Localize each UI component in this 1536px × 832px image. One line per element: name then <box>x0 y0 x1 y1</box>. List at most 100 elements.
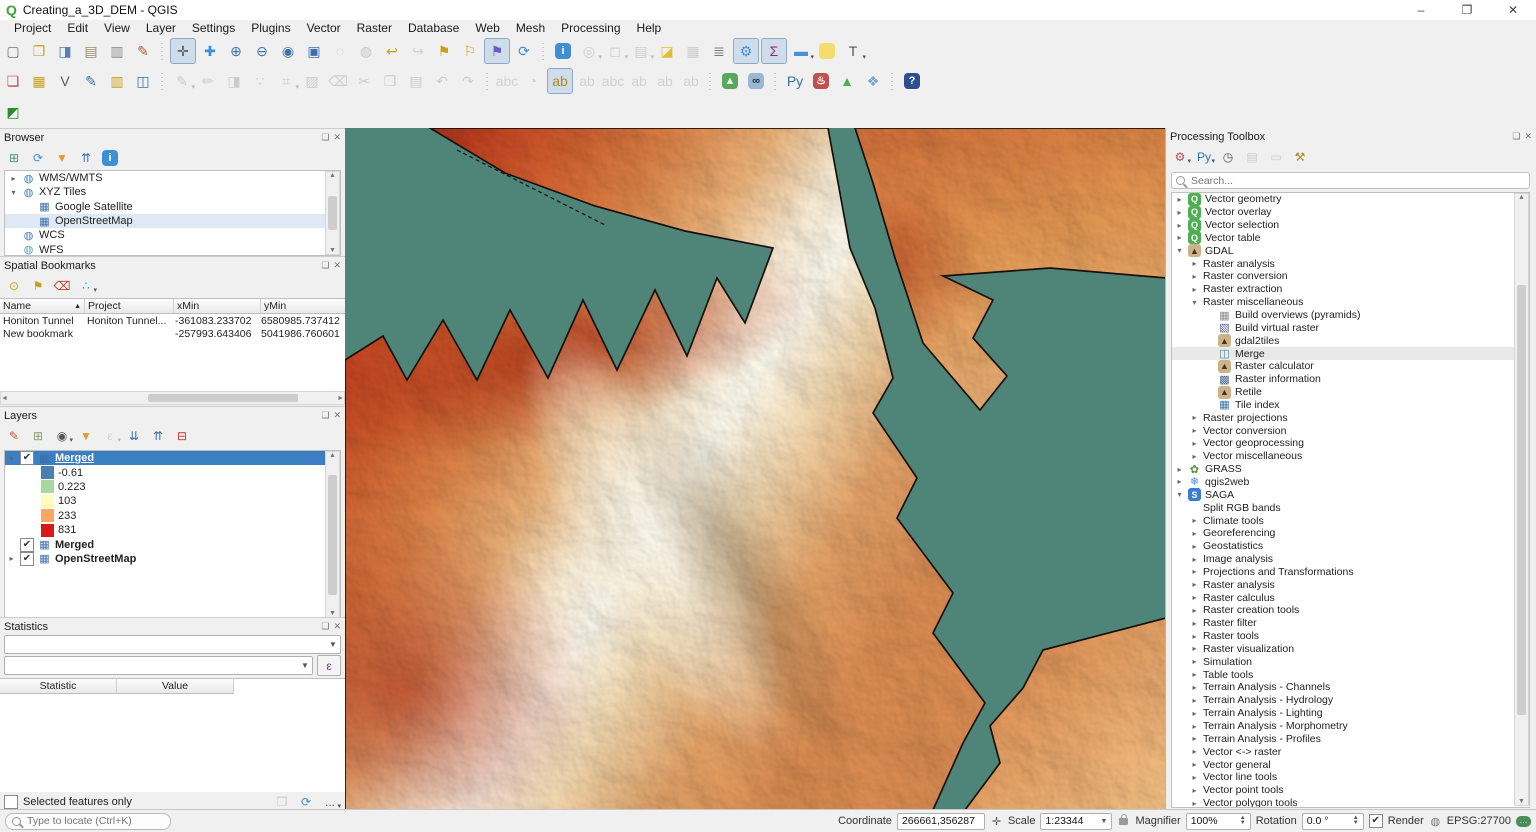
identify-features-button[interactable]: i <box>551 39 575 63</box>
expander-icon[interactable]: ▸ <box>1190 555 1199 564</box>
expander-icon[interactable]: ▸ <box>1190 606 1199 615</box>
expander-icon[interactable]: ▸ <box>1190 644 1199 653</box>
browser-item-google-satellite[interactable]: ▦Google Satellite <box>5 200 340 214</box>
statistics-layer-select[interactable]: ▼ <box>4 635 341 654</box>
dropdown-arrow-icon[interactable]: ▾ <box>862 53 866 61</box>
expander-icon[interactable]: ▸ <box>9 174 18 183</box>
layer-item-merged[interactable]: ▾✔▦Merged <box>5 451 340 465</box>
zoom-in-button[interactable]: ⊕ <box>224 39 248 63</box>
toolbox-search[interactable] <box>1171 172 1530 189</box>
expander-icon[interactable]: ▸ <box>1190 542 1199 551</box>
menu-project[interactable]: Project <box>6 21 59 35</box>
expression-builder-button[interactable]: ε <box>317 655 341 676</box>
expander-icon[interactable]: ▾ <box>1175 246 1184 255</box>
spinner-arrows-icon[interactable]: ▲▼ <box>1353 816 1359 826</box>
toolbox-item-vector-point-tools[interactable]: ▸Vector point tools <box>1172 784 1529 797</box>
expander-icon[interactable]: ▸ <box>1190 413 1199 422</box>
toolbox-item-vector-geoprocessing[interactable]: ▸Vector geoprocessing <box>1172 437 1529 450</box>
toolbox-item-image-analysis[interactable]: ▸Image analysis <box>1172 553 1529 566</box>
expander-icon[interactable]: ▸ <box>1190 426 1199 435</box>
map-tips-button[interactable] <box>815 39 839 63</box>
toolbox-item-gdal[interactable]: ▾▲GDAL <box>1172 244 1529 257</box>
toolbox-item-raster-visualization[interactable]: ▸Raster visualization <box>1172 643 1529 656</box>
toolbox-item-raster-conversion[interactable]: ▸Raster conversion <box>1172 270 1529 283</box>
expander-icon[interactable]: ▸ <box>1190 747 1199 756</box>
expander-icon[interactable]: ▸ <box>1190 683 1199 692</box>
locator-input[interactable] <box>25 814 164 828</box>
menu-edit[interactable]: Edit <box>59 21 96 35</box>
toolbox-item-split-rgb-bands[interactable]: Split RGB bands <box>1172 501 1529 514</box>
show-layout-manager-button[interactable]: ▥ <box>105 39 129 63</box>
menu-view[interactable]: View <box>96 21 138 35</box>
lock-icon[interactable] <box>1119 818 1128 825</box>
map-canvas[interactable] <box>345 128 1166 810</box>
plugin-binoculars-button[interactable]: ∞ <box>744 69 768 93</box>
float-panel-icon[interactable]: ❏ <box>321 260 329 271</box>
spinner-arrows-icon[interactable]: ▲▼ <box>1240 816 1246 826</box>
data-source-manager-button[interactable]: ❏ <box>1 69 25 93</box>
expander-icon[interactable]: ▸ <box>1190 259 1199 268</box>
toolbox-item-build-overviews-pyramids[interactable]: ▦Build overviews (pyramids) <box>1172 309 1529 322</box>
plugin-layers-button[interactable]: ❖ <box>861 69 885 93</box>
close-panel-icon[interactable]: ✕ <box>333 260 341 271</box>
layer-styling-button[interactable]: ✎ <box>4 426 24 446</box>
toolbox-item-table-tools[interactable]: ▸Table tools <box>1172 668 1529 681</box>
expander-icon[interactable]: ▸ <box>1190 734 1199 743</box>
expander-icon[interactable]: ▸ <box>1190 452 1199 461</box>
magnifier-field[interactable]: 100%▲▼ <box>1186 813 1251 830</box>
new-temporary-scratch-layer-button[interactable]: ▥ <box>105 69 129 93</box>
toolbox-search-input[interactable] <box>1189 174 1525 188</box>
browser-item-wms-wmts[interactable]: ▸◍WMS/WMTS <box>5 171 340 185</box>
toolbox-item-vector-miscellaneous[interactable]: ▸Vector miscellaneous <box>1172 450 1529 463</box>
layer-item-0-223[interactable]: 0.223 <box>5 480 340 494</box>
dropdown-arrow-icon[interactable]: ▾ <box>598 53 602 61</box>
expander-icon[interactable]: ▸ <box>1190 696 1199 705</box>
close-panel-icon[interactable]: ✕ <box>1524 131 1532 142</box>
toolbox-item-raster-analysis[interactable]: ▸Raster analysis <box>1172 578 1529 591</box>
menu-web[interactable]: Web <box>467 21 507 35</box>
browser-properties-button[interactable]: i <box>100 148 120 168</box>
menu-layer[interactable]: Layer <box>138 21 184 35</box>
statistic-column-header[interactable]: Statistic <box>0 679 117 694</box>
browser-collapse-all-button[interactable]: ⇈ <box>76 148 96 168</box>
restore-button[interactable]: ❐ <box>1444 0 1490 20</box>
bookmarks-hscrollbar[interactable]: ◄► <box>0 391 345 405</box>
toolbox-item-raster-filter[interactable]: ▸Raster filter <box>1172 617 1529 630</box>
selected-features-only-checkbox[interactable] <box>4 795 18 809</box>
menu-settings[interactable]: Settings <box>184 21 243 35</box>
style-manager-button[interactable]: ✎ <box>131 39 155 63</box>
spatial-bookmark-manager-button[interactable]: ⚑ <box>484 38 510 64</box>
layer-item-233[interactable]: 233 <box>5 509 340 523</box>
toolbox-item-raster-tools[interactable]: ▸Raster tools <box>1172 630 1529 643</box>
expander-icon[interactable]: ▸ <box>1190 786 1199 795</box>
expander-icon[interactable]: ▸ <box>1190 529 1199 538</box>
toolbox-item-raster-calculator[interactable]: ▲Raster calculator <box>1172 360 1529 373</box>
toolbox-item-gdal2tiles[interactable]: ▲gdal2tiles <box>1172 334 1529 347</box>
help-contents-button[interactable]: ? <box>900 69 924 93</box>
zoom-full-button[interactable]: ▣ <box>302 39 326 63</box>
browser-item-wfs[interactable]: ◍WFS <box>5 242 340 256</box>
python-console-button[interactable]: Py <box>783 69 807 93</box>
menu-database[interactable]: Database <box>400 21 467 35</box>
menu-plugins[interactable]: Plugins <box>243 21 298 35</box>
expander-icon[interactable]: ▸ <box>1175 208 1184 217</box>
toolbox-item-terrain-analysis-hydrology[interactable]: ▸Terrain Analysis - Hydrology <box>1172 694 1529 707</box>
toolbox-item-terrain-analysis-lighting[interactable]: ▸Terrain Analysis - Lighting <box>1172 707 1529 720</box>
dropdown-arrow-icon[interactable]: ▾ <box>1187 157 1191 165</box>
toolbox-item-build-virtual-raster[interactable]: ▧Build virtual raster <box>1172 321 1529 334</box>
expander-icon[interactable]: ▸ <box>1190 439 1199 448</box>
expander-icon[interactable]: ▸ <box>1190 773 1199 782</box>
expander-icon[interactable]: ▸ <box>1190 722 1199 731</box>
toolbox-item-vector-raster[interactable]: ▸Vector <-> raster <box>1172 745 1529 758</box>
coordinate-field[interactable]: 266661,356287 <box>897 813 985 830</box>
layer-visibility-checkbox[interactable]: ✔ <box>20 552 34 566</box>
bookmark-delete-button[interactable]: ⌫ <box>52 276 72 296</box>
plugin-extra-button[interactable]: ◩ <box>1 100 25 124</box>
new-project-button[interactable]: ▢ <box>1 39 25 63</box>
toolbox-item-vector-polygon-tools[interactable]: ▸Vector polygon tools <box>1172 797 1529 808</box>
pin-labels-button[interactable]: ab <box>547 68 573 94</box>
new-geopackage-layer-button[interactable]: ▦ <box>27 69 51 93</box>
save-project-button[interactable]: ◨ <box>53 39 77 63</box>
plugin-globe-button[interactable]: ▲ <box>718 69 742 93</box>
close-panel-icon[interactable]: ✕ <box>333 621 341 632</box>
